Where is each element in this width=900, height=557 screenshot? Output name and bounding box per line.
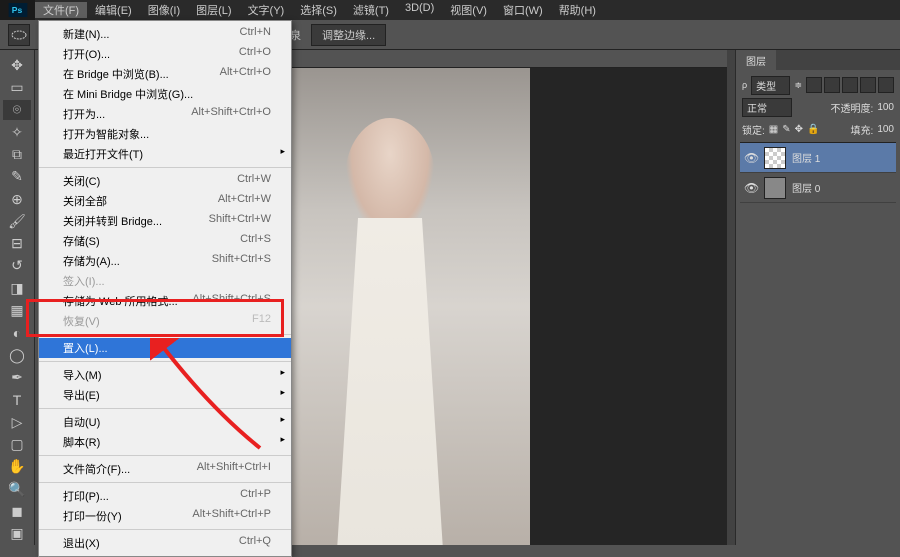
blur-tool[interactable]: ◐ bbox=[3, 323, 31, 343]
refine-edge-button[interactable]: 调整边缘... bbox=[311, 24, 386, 46]
shape-tool[interactable]: ▢ bbox=[3, 434, 31, 454]
marquee-tool[interactable]: ▭ bbox=[3, 77, 31, 97]
layer-name[interactable]: 图层 0 bbox=[792, 180, 820, 195]
filter-type-icon[interactable] bbox=[842, 77, 858, 93]
ps-logo: Ps bbox=[0, 0, 35, 20]
lock-all-icon[interactable]: 🔒 bbox=[807, 124, 819, 135]
filter-smart-icon[interactable] bbox=[878, 77, 894, 93]
hand-tool[interactable]: ✋ bbox=[3, 457, 31, 477]
menu-save-as[interactable]: 存储为(A)...Shift+Ctrl+S bbox=[39, 251, 291, 271]
brush-tool[interactable]: 🖌 bbox=[3, 211, 31, 231]
layer-item[interactable]: 👁 图层 1 bbox=[740, 143, 896, 173]
file-dropdown-menu: 新建(N)...Ctrl+N 打开(O)...Ctrl+O 在 Bridge 中… bbox=[38, 20, 292, 557]
menubar: 文件(F) 编辑(E) 图像(I) 图层(L) 文字(Y) 选择(S) 滤镜(T… bbox=[35, 2, 604, 18]
opacity-value[interactable]: 100 bbox=[877, 102, 894, 113]
menu-image[interactable]: 图像(I) bbox=[140, 2, 188, 18]
svg-text:Ps: Ps bbox=[11, 5, 22, 15]
menu-close-goto-bridge[interactable]: 关闭并转到 Bridge...Shift+Ctrl+W bbox=[39, 211, 291, 231]
colors-tool[interactable]: ◼ bbox=[3, 501, 31, 521]
menu-open-as[interactable]: 打开为...Alt+Shift+Ctrl+O bbox=[39, 104, 291, 124]
lock-label: 锁定: bbox=[742, 122, 765, 137]
visibility-icon[interactable]: 👁 bbox=[744, 151, 758, 165]
lasso-tool[interactable]: ⌾ bbox=[3, 100, 31, 120]
stamp-tool[interactable]: ⊟ bbox=[3, 234, 31, 254]
menu-edit[interactable]: 编辑(E) bbox=[87, 2, 140, 18]
menu-close[interactable]: 关闭(C)Ctrl+W bbox=[39, 171, 291, 191]
lock-transparent-icon[interactable]: ▦ bbox=[769, 124, 778, 135]
zoom-tool[interactable]: 🔍 bbox=[3, 479, 31, 499]
lock-move-icon[interactable]: ✥ bbox=[795, 124, 803, 135]
layer-list: 👁 图层 1 👁 图层 0 bbox=[740, 142, 896, 203]
menu-file-info[interactable]: 文件简介(F)...Alt+Shift+Ctrl+I bbox=[39, 459, 291, 479]
tab-layers[interactable]: 图层 bbox=[736, 50, 776, 70]
menu-close-all[interactable]: 关闭全部Alt+Ctrl+W bbox=[39, 191, 291, 211]
menu-view[interactable]: 视图(V) bbox=[442, 2, 495, 18]
tool-preset-icon[interactable] bbox=[8, 24, 30, 46]
filter-adjust-icon[interactable] bbox=[824, 77, 840, 93]
document-image bbox=[250, 68, 530, 545]
menu-exit[interactable]: 退出(X)Ctrl+Q bbox=[39, 533, 291, 553]
lock-paint-icon[interactable]: ✎ bbox=[782, 124, 790, 135]
menu-file[interactable]: 文件(F) bbox=[35, 2, 87, 18]
menu-revert: 恢复(V)F12 bbox=[39, 311, 291, 331]
menu-filter[interactable]: 滤镜(T) bbox=[345, 2, 397, 18]
toolbox: ✥ ▭ ⌾ ✧ ⧉ ✎ ⊕ 🖌 ⊟ ↺ ◨ ▦ ◐ ◯ ✒ T ▷ ▢ ✋ 🔍 … bbox=[0, 50, 35, 545]
type-tool[interactable]: T bbox=[3, 390, 31, 410]
gradient-tool[interactable]: ▦ bbox=[3, 300, 31, 320]
quickmask-tool[interactable]: ▣ bbox=[3, 524, 31, 544]
right-collapsed-strip[interactable] bbox=[727, 50, 735, 545]
menu-open-recent[interactable]: 最近打开文件(T) bbox=[39, 144, 291, 164]
path-tool[interactable]: ▷ bbox=[3, 412, 31, 432]
opacity-label: 不透明度: bbox=[831, 100, 874, 115]
menu-new[interactable]: 新建(N)...Ctrl+N bbox=[39, 24, 291, 44]
dodge-tool[interactable]: ◯ bbox=[3, 345, 31, 365]
menu-open[interactable]: 打开(O)...Ctrl+O bbox=[39, 44, 291, 64]
crop-tool[interactable]: ⧉ bbox=[3, 144, 31, 164]
layer-thumbnail[interactable] bbox=[764, 177, 786, 199]
top-bar: Ps 文件(F) 编辑(E) 图像(I) 图层(L) 文字(Y) 选择(S) 滤… bbox=[0, 0, 900, 20]
eraser-tool[interactable]: ◨ bbox=[3, 278, 31, 298]
history-brush-tool[interactable]: ↺ bbox=[3, 256, 31, 276]
layer-item[interactable]: 👁 图层 0 bbox=[740, 173, 896, 203]
menu-checkin: 签入(I)... bbox=[39, 271, 291, 291]
eyedropper-tool[interactable]: ✎ bbox=[3, 167, 31, 187]
move-tool[interactable]: ✥ bbox=[3, 55, 31, 75]
menu-save-for-web[interactable]: 存储为 Web 所用格式...Alt+Shift+Ctrl+S bbox=[39, 291, 291, 311]
menu-automate[interactable]: 自动(U) bbox=[39, 412, 291, 432]
blend-mode-select[interactable]: 正常 bbox=[742, 98, 792, 117]
menu-scripts[interactable]: 脚本(R) bbox=[39, 432, 291, 452]
menu-import[interactable]: 导入(M) bbox=[39, 365, 291, 385]
visibility-icon[interactable]: 👁 bbox=[744, 181, 758, 195]
menu-print[interactable]: 打印(P)...Ctrl+P bbox=[39, 486, 291, 506]
filter-shape-icon[interactable] bbox=[860, 77, 876, 93]
fill-label: 填充: bbox=[851, 122, 874, 137]
menu-browse-mini-bridge[interactable]: 在 Mini Bridge 中浏览(G)... bbox=[39, 84, 291, 104]
layer-thumbnail[interactable] bbox=[764, 147, 786, 169]
menu-open-smart[interactable]: 打开为智能对象... bbox=[39, 124, 291, 144]
layers-panel: 图层 ρ 类型 ≑ 正常 不透明度: 100 bbox=[735, 50, 900, 545]
pen-tool[interactable]: ✒ bbox=[3, 367, 31, 387]
menu-select[interactable]: 选择(S) bbox=[292, 2, 345, 18]
fill-value[interactable]: 100 bbox=[877, 124, 894, 135]
wand-tool[interactable]: ✧ bbox=[3, 122, 31, 142]
filter-pixel-icon[interactable] bbox=[806, 77, 822, 93]
menu-3d[interactable]: 3D(D) bbox=[397, 2, 442, 18]
menu-type[interactable]: 文字(Y) bbox=[240, 2, 293, 18]
menu-save[interactable]: 存储(S)Ctrl+S bbox=[39, 231, 291, 251]
heal-tool[interactable]: ⊕ bbox=[3, 189, 31, 209]
menu-place[interactable]: 置入(L)... bbox=[39, 338, 291, 358]
menu-window[interactable]: 窗口(W) bbox=[495, 2, 551, 18]
panel-tabs: 图层 bbox=[736, 50, 900, 70]
filter-kind[interactable]: 类型 bbox=[751, 76, 790, 95]
layer-name[interactable]: 图层 1 bbox=[792, 150, 820, 165]
menu-print-one[interactable]: 打印一份(Y)Alt+Shift+Ctrl+P bbox=[39, 506, 291, 526]
menu-browse-bridge[interactable]: 在 Bridge 中浏览(B)...Alt+Ctrl+O bbox=[39, 64, 291, 84]
menu-help[interactable]: 帮助(H) bbox=[551, 2, 604, 18]
menu-export[interactable]: 导出(E) bbox=[39, 385, 291, 405]
menu-layer[interactable]: 图层(L) bbox=[188, 2, 239, 18]
